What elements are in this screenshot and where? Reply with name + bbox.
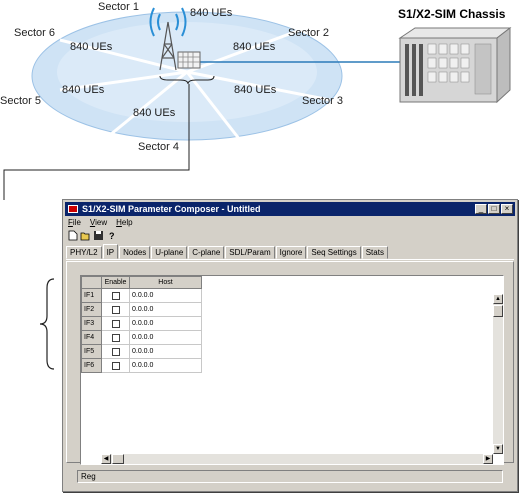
scroll-down-icon[interactable]: ▼	[493, 444, 503, 454]
ue-count-sector-3: 840 UEs	[234, 84, 277, 96]
table-row: IF6 0.0.0.0	[81, 358, 202, 373]
sector-5-label: Sector 5	[0, 95, 41, 107]
ue-count-sector-2: 840 UEs	[233, 41, 276, 53]
scroll-thumb[interactable]	[493, 305, 503, 317]
network-diagram: Sector 1 Sector 2 Sector 3 Sector 4 Sect…	[0, 1, 512, 200]
table-row: IF2 0.0.0.0	[81, 302, 202, 317]
ue-count-sector-1: 840 UEs	[190, 7, 233, 19]
table-row: IF3 0.0.0.0	[81, 316, 202, 331]
vertical-scrollbar[interactable]: ▲ ▼	[493, 294, 503, 454]
chassis-title: S1/X2-SIM Chassis	[398, 7, 506, 21]
chassis-icon	[398, 26, 512, 104]
row-label: IF5	[81, 344, 102, 359]
sector-3-label: Sector 3	[302, 95, 343, 107]
scroll-left-icon[interactable]: ◀	[101, 454, 111, 464]
tab-stats[interactable]: Stats	[361, 246, 388, 259]
tab-phy-l2[interactable]: PHY/L2	[66, 246, 102, 259]
interface-table: Enable Host IF1 0.0.0.0 IF2 0.0.0.0 IF3 …	[81, 276, 202, 373]
sector-4-label: Sector 4	[138, 141, 179, 153]
horizontal-scrollbar[interactable]: ◀ ▶	[101, 454, 493, 464]
maximize-button[interactable]: □	[488, 204, 500, 214]
enable-column-header[interactable]: Enable	[101, 276, 130, 289]
tab-ignore[interactable]: Ignore	[275, 246, 307, 259]
scroll-right-icon[interactable]: ▶	[483, 454, 493, 464]
enable-checkbox[interactable]	[111, 291, 120, 300]
menu-help[interactable]: Help	[116, 217, 132, 229]
host-column-header[interactable]: Host	[129, 276, 202, 289]
ue-count-sector-5: 840 UEs	[62, 84, 105, 96]
minimize-button[interactable]: _	[475, 204, 487, 214]
app-icon	[68, 205, 78, 213]
tab-seq-settings[interactable]: Seq Settings	[307, 246, 361, 259]
svg-text:?: ?	[109, 231, 115, 241]
host-cell[interactable]: 0.0.0.0	[129, 358, 202, 373]
ue-count-sector-4: 840 UEs	[133, 107, 176, 119]
status-bar: Reg	[77, 470, 503, 483]
row-label: IF1	[81, 288, 102, 303]
base-station-icon	[177, 51, 201, 69]
menu-view[interactable]: View	[90, 217, 107, 229]
host-cell[interactable]: 0.0.0.0	[129, 288, 202, 303]
sector-6-label: Sector 6	[14, 27, 55, 39]
scroll-up-icon[interactable]: ▲	[493, 294, 503, 304]
tab-c-plane[interactable]: C-plane	[188, 246, 225, 259]
menu-file[interactable]: File	[68, 217, 81, 229]
row-label: IF6	[81, 358, 102, 373]
enable-checkbox[interactable]	[111, 333, 120, 342]
corner-header	[81, 276, 102, 289]
toolbar: ?	[67, 230, 117, 243]
table-row: IF5 0.0.0.0	[81, 344, 202, 359]
ip-tab-panel: Enable Host IF1 0.0.0.0 IF2 0.0.0.0 IF3 …	[66, 261, 514, 465]
host-cell[interactable]: 0.0.0.0	[129, 330, 202, 345]
tab-sdl-param[interactable]: SDL/Param	[225, 246, 275, 259]
host-cell[interactable]: 0.0.0.0	[129, 302, 202, 317]
save-icon[interactable]	[93, 230, 104, 241]
menu-bar: File View Help	[65, 217, 515, 229]
sector-2-label: Sector 2	[288, 27, 329, 39]
open-icon[interactable]	[80, 230, 91, 241]
host-cell[interactable]: 0.0.0.0	[129, 316, 202, 331]
enable-checkbox[interactable]	[111, 361, 120, 370]
table-row: IF4 0.0.0.0	[81, 330, 202, 345]
sector-1-label: Sector 1	[98, 1, 139, 13]
tab-ip[interactable]: IP	[102, 244, 119, 259]
new-icon[interactable]	[67, 230, 78, 241]
ue-count-sector-6: 840 UEs	[70, 41, 113, 53]
enable-checkbox[interactable]	[111, 319, 120, 328]
title-bar[interactable]: S1/X2-SIM Parameter Composer - Untitled …	[65, 202, 515, 216]
tab-strip: PHY/L2 IP Nodes U-plane C-plane SDL/Para…	[66, 244, 514, 260]
row-label: IF4	[81, 330, 102, 345]
window-title: S1/X2-SIM Parameter Composer - Untitled	[82, 204, 261, 214]
parameter-composer-window: S1/X2-SIM Parameter Composer - Untitled …	[62, 199, 518, 492]
interface-grid: Enable Host IF1 0.0.0.0 IF2 0.0.0.0 IF3 …	[80, 275, 504, 465]
tab-nodes[interactable]: Nodes	[119, 246, 151, 259]
row-label: IF3	[81, 316, 102, 331]
table-row: IF1 0.0.0.0	[81, 288, 202, 303]
curly-brace	[39, 278, 55, 370]
enable-checkbox[interactable]	[111, 305, 120, 314]
enable-checkbox[interactable]	[111, 347, 120, 356]
host-cell[interactable]: 0.0.0.0	[129, 344, 202, 359]
help-icon[interactable]: ?	[106, 230, 117, 241]
tab-u-plane[interactable]: U-plane	[151, 246, 188, 259]
scroll-h-thumb[interactable]	[112, 454, 124, 464]
close-button[interactable]: ×	[501, 204, 513, 214]
row-label: IF2	[81, 302, 102, 317]
